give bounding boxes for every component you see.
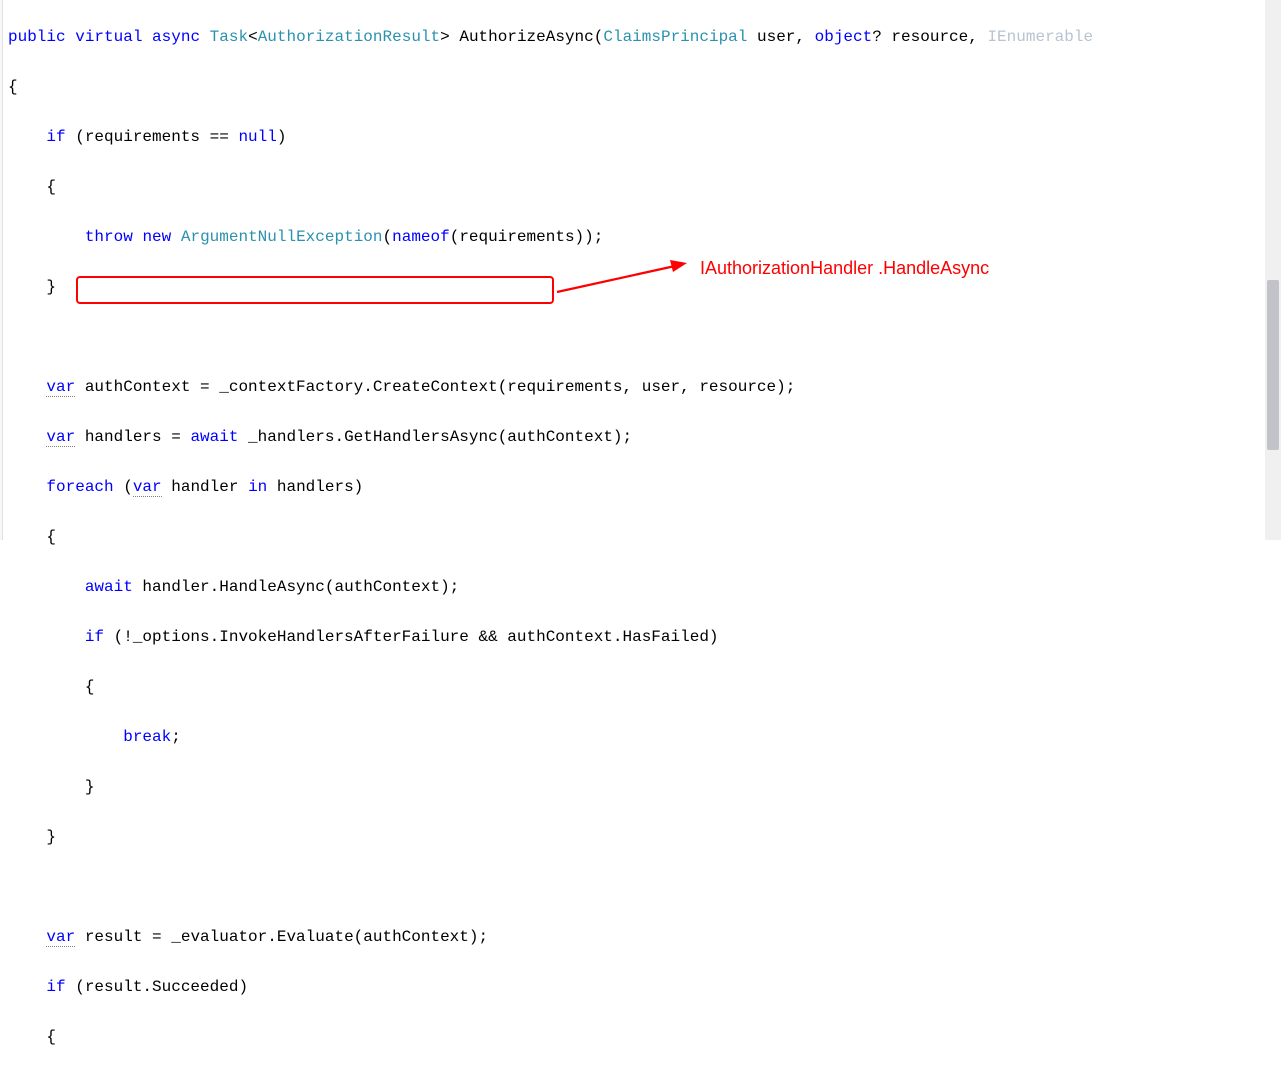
code-line: } xyxy=(8,825,1275,850)
code-line: { xyxy=(8,175,1275,200)
code-line: var authContext = _contextFactory.Create… xyxy=(8,375,1275,400)
code-editor[interactable]: public virtual async Task<AuthorizationR… xyxy=(0,0,1281,1075)
code-line: { xyxy=(8,525,1275,550)
code-line: { xyxy=(8,675,1275,700)
code-line: await handler.HandleAsync(authContext); xyxy=(8,575,1275,600)
code-line: throw new ArgumentNullException(nameof(r… xyxy=(8,225,1275,250)
code-line: } xyxy=(8,275,1275,300)
code-line: { xyxy=(8,1025,1275,1050)
code-line: if (!_options.InvokeHandlersAfterFailure… xyxy=(8,625,1275,650)
code-line: public virtual async Task<AuthorizationR… xyxy=(8,25,1275,50)
scrollbar-thumb[interactable] xyxy=(1267,280,1279,450)
code-line: { xyxy=(8,75,1275,100)
code-line: var result = _evaluator.Evaluate(authCon… xyxy=(8,925,1275,950)
code-line xyxy=(8,325,1275,350)
code-line: } xyxy=(8,775,1275,800)
code-line: break; xyxy=(8,725,1275,750)
code-line: foreach (var handler in handlers) xyxy=(8,475,1275,500)
code-line: if (requirements == null) xyxy=(8,125,1275,150)
code-line: if (result.Succeeded) xyxy=(8,975,1275,1000)
code-line xyxy=(8,875,1275,900)
code-line: var handlers = await _handlers.GetHandle… xyxy=(8,425,1275,450)
scrollbar-track[interactable] xyxy=(1265,0,1281,540)
